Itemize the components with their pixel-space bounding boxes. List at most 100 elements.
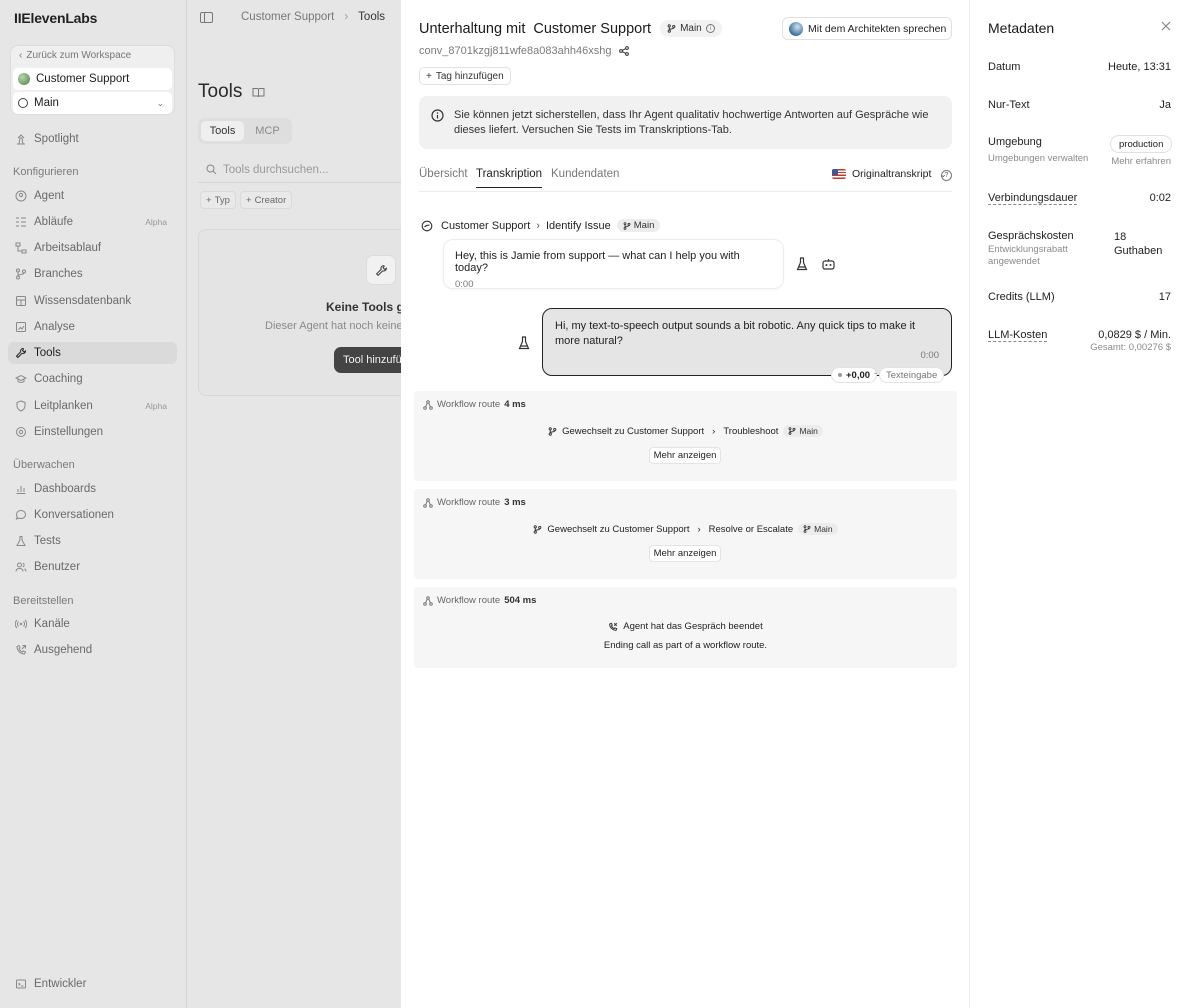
sidebar-item-outbound[interactable]: Ausgehend	[8, 639, 177, 661]
sidebar-item-conversations[interactable]: Konversationen	[8, 504, 177, 526]
learn-more-link[interactable]: Mehr erfahren	[1111, 156, 1171, 168]
call-cost-value: 18 Guthaben	[1114, 231, 1163, 257]
close-icon[interactable]	[1161, 21, 1171, 31]
text-only-value: Ja	[1159, 99, 1171, 111]
analysis-icon	[16, 322, 26, 332]
wrench-icon	[15, 347, 27, 359]
dev-discount-note: Entwicklungsrabatt angewendet	[988, 244, 1068, 267]
sidebar-item-flows[interactable]: Abläufe Alpha	[8, 211, 177, 233]
chart-icon	[16, 486, 26, 494]
help-icon[interactable]: ?	[941, 170, 952, 181]
book-open-icon[interactable]	[252, 87, 265, 98]
spotlight-icon	[17, 134, 25, 145]
sidebar-item-knowledge-base[interactable]: Wissensdatenbank	[8, 290, 177, 312]
wrench-icon	[366, 255, 396, 285]
architect-avatar-icon	[789, 21, 803, 36]
talk-to-architect-button[interactable]: Mit dem Architekten sprechen	[782, 17, 952, 40]
sidebar-item-users[interactable]: Benutzer	[8, 556, 177, 578]
sidebar-toggle-icon[interactable]	[200, 11, 213, 23]
share-icon[interactable]	[619, 46, 630, 56]
sidebar-item-channels[interactable]: Kanäle	[8, 613, 177, 635]
add-tag-button[interactable]: + Tag hinzufügen	[419, 67, 511, 85]
sidebar-item-guardrails[interactable]: Leitplanken Alpha	[8, 395, 177, 417]
sidebar-item-workflow[interactable]: Arbeitsablauf	[8, 237, 177, 259]
branch-badge: Main	[798, 523, 838, 535]
workflow-transition: Gewechselt zu Customer Support › Trouble…	[414, 425, 957, 437]
branch-icon	[16, 268, 26, 280]
breadcrumb-current: Tools	[358, 11, 386, 23]
agent-selector[interactable]: Customer Support	[13, 68, 172, 90]
environment-badge[interactable]: production	[1110, 135, 1173, 153]
date-value: Heute, 13:31	[1108, 61, 1171, 73]
tab-customer-data[interactable]: Kundendaten	[551, 168, 619, 187]
filter-creator-button[interactable]: + Creator	[240, 191, 293, 209]
agent-message: Hey, this is Jamie from support — what c…	[443, 239, 784, 290]
info-icon[interactable]: i	[705, 24, 715, 33]
us-flag-icon	[832, 169, 846, 179]
branch-selector[interactable]: Main ⌄	[13, 92, 172, 114]
plus-icon: +	[246, 194, 252, 206]
tools-search-input[interactable]: Tools durchsuchen...	[198, 157, 401, 183]
workflow-route-header: Workflow route 3 ms	[423, 497, 526, 508]
sidebar-item-spotlight[interactable]: Spotlight	[8, 128, 177, 150]
sidebar-item-coaching[interactable]: Coaching	[8, 368, 177, 390]
sidebar-item-settings[interactable]: Einstellungen	[8, 421, 177, 443]
test-flask-icon[interactable]	[518, 336, 530, 350]
llm-credits-label: Credits (LLM)	[988, 291, 1055, 303]
info-banner: Sie können jetzt sicherstellen, dass Ihr…	[419, 96, 952, 149]
plus-icon: +	[426, 70, 432, 82]
branch-icon	[623, 221, 631, 230]
book-icon	[16, 296, 26, 306]
conversation-title: Unterhaltung mit Customer Support Main i	[419, 20, 722, 37]
workflow-transition: Gewechselt zu Customer Support › Resolve…	[414, 523, 957, 535]
users-icon	[15, 562, 27, 572]
show-more-button[interactable]: Mehr anzeigen	[649, 545, 721, 562]
sidebar-item-branches[interactable]: Branches	[8, 263, 177, 285]
tab-tools[interactable]: Tools	[201, 121, 244, 141]
metadata-panel: Metadaten Datum Heute, 13:31 Nur-Text Ja…	[969, 0, 1188, 1008]
breadcrumb: Customer Support › Tools	[200, 11, 385, 23]
breadcrumb-parent[interactable]: Customer Support	[241, 11, 334, 23]
sidebar-item-tests[interactable]: Tests	[8, 530, 177, 552]
page-title: Tools	[198, 81, 265, 103]
agent-node-path: Customer Support › Identify Issue Main	[421, 219, 661, 232]
sidebar-item-tools[interactable]: Tools	[8, 342, 177, 364]
flask-icon	[16, 536, 26, 546]
workflow-route-card: Workflow route 4 ms Gewechselt zu Custom…	[414, 391, 957, 481]
robot-icon[interactable]	[822, 258, 835, 270]
conversation-tabs: Übersicht Transkription Kundendaten Orig…	[419, 166, 952, 192]
transcript-select[interactable]: Originaltranskript ⌄	[832, 168, 947, 180]
text-only-label: Nur-Text	[988, 99, 1030, 111]
agent-icon	[15, 190, 27, 202]
workflow-route-card: Workflow route 3 ms Gewechselt zu Custom…	[414, 489, 957, 579]
manage-environments-link[interactable]: Umgebungen verwalten	[988, 153, 1088, 165]
chevron-right-icon: ›	[712, 425, 716, 437]
alpha-badge: Alpha	[145, 217, 167, 227]
message-time: 0:00	[920, 350, 940, 361]
info-circle-icon	[431, 109, 444, 122]
tab-overview[interactable]: Übersicht	[419, 168, 468, 187]
workflow-icon	[15, 242, 27, 254]
environment-label: Umgebung	[988, 136, 1042, 148]
metadata-title: Metadaten	[988, 20, 1055, 36]
breadcrumb-separator: ›	[344, 11, 349, 23]
sidebar-item-developer[interactable]: Entwickler	[8, 973, 177, 995]
sidebar-item-dashboards[interactable]: Dashboards	[8, 478, 177, 500]
logo[interactable]: IIElevenLabs	[14, 10, 97, 26]
section-configure: Konfigurieren	[13, 166, 79, 178]
tools-panel: Customer Support › Tools Tools Tools MCP…	[187, 0, 401, 1008]
filter-type-button[interactable]: + Typ	[200, 191, 236, 209]
back-to-workspace-link[interactable]: ‹ Zurück zum Workspace	[19, 50, 131, 61]
branch-icon	[667, 24, 676, 33]
sidebar-item-agent[interactable]: Agent	[8, 185, 177, 207]
tab-mcp[interactable]: MCP	[246, 121, 289, 141]
add-tool-button[interactable]: Tool hinzufü	[334, 347, 401, 373]
connection-duration-label: Verbindungsdauer	[988, 192, 1078, 205]
test-flask-icon[interactable]	[796, 257, 808, 271]
call-cost-label: Gesprächskosten	[988, 230, 1074, 242]
sidebar-item-analysis[interactable]: Analyse	[8, 316, 177, 338]
chip-separator: -	[874, 368, 878, 379]
show-more-button[interactable]: Mehr anzeigen	[649, 447, 721, 464]
broadcast-icon	[15, 619, 27, 629]
tab-transcript[interactable]: Transkription	[476, 168, 543, 188]
